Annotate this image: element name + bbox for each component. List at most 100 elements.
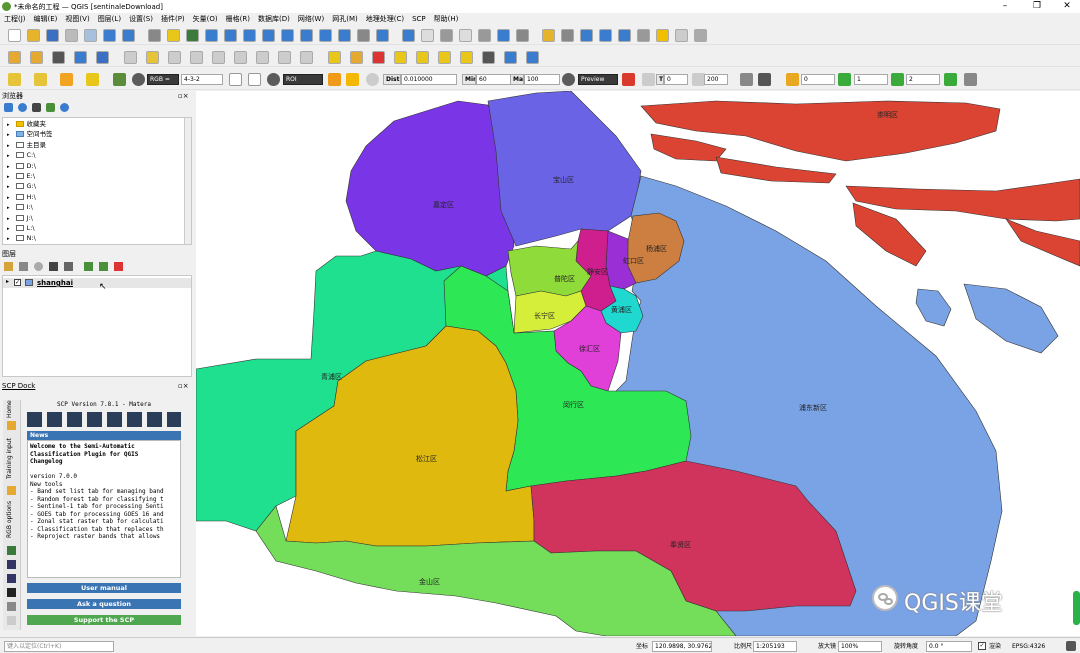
digitize-tool-icon[interactable] (526, 51, 539, 64)
digitize-tool-icon[interactable] (52, 51, 65, 64)
district-chongming-island[interactable] (650, 133, 727, 162)
magnifier-value[interactable]: 100% (838, 641, 882, 652)
digitize-tool-icon[interactable] (8, 51, 21, 64)
project-tool-icon[interactable] (580, 29, 593, 42)
browser-item[interactable]: ▸ G:\ (7, 181, 36, 191)
project-tool-icon[interactable] (262, 29, 275, 42)
browser-item[interactable]: ▸ H:\ (7, 192, 36, 202)
zoom-rgb-icon[interactable] (132, 73, 145, 86)
tab-training-input[interactable]: Training input (6, 434, 18, 482)
project-tool-icon[interactable] (357, 29, 370, 42)
side-scroll-handle[interactable] (1073, 591, 1080, 625)
visibility-icon[interactable] (34, 262, 43, 271)
settings-button[interactable] (167, 412, 181, 427)
next-c-icon[interactable] (944, 73, 957, 86)
dist-input[interactable]: 0.010000 (401, 74, 457, 85)
training-icon[interactable] (7, 486, 16, 495)
digitize-tool-icon[interactable] (212, 51, 225, 64)
project-tool-icon[interactable] (167, 29, 180, 42)
add-group-icon[interactable] (19, 262, 28, 271)
add-selected-icon[interactable] (4, 103, 13, 112)
scp-input-icon[interactable] (113, 73, 126, 86)
browser-item[interactable]: ▸ I:\ (7, 202, 33, 212)
expand-arrow-icon[interactable]: ▸ (7, 184, 10, 190)
browser-scrollbar[interactable] (184, 118, 191, 244)
project-tool-icon[interactable] (421, 29, 434, 42)
district-chongming-island4[interactable] (852, 202, 927, 267)
digitize-tool-icon[interactable] (30, 51, 43, 64)
project-tool-icon[interactable] (599, 29, 612, 42)
digitize-tool-icon[interactable] (416, 51, 429, 64)
expand-arrow-icon[interactable]: ▸ (7, 143, 10, 149)
project-tool-icon[interactable] (281, 29, 294, 42)
project-tool-icon[interactable] (497, 29, 510, 42)
project-tool-icon[interactable] (300, 29, 313, 42)
digitize-tool-icon[interactable] (460, 51, 473, 64)
browser-item[interactable]: ▸ E:\ (7, 171, 35, 181)
expand-arrow-icon[interactable]: ▸ (7, 153, 10, 159)
project-tool-icon[interactable] (694, 29, 707, 42)
rotation-value[interactable]: 0.0 ° (926, 641, 972, 652)
project-tool-icon[interactable] (122, 29, 135, 42)
digitize-tool-icon[interactable] (96, 51, 109, 64)
map-canvas[interactable]: 崇明区 宝山区 嘉定区 杨浦区 虹口区 普陀区 静安区 长宁区 黄浦区 徐汇区 … (196, 91, 1080, 636)
collapse-icon[interactable] (46, 103, 55, 112)
project-tool-icon[interactable] (205, 29, 218, 42)
digitize-tool-icon[interactable] (278, 51, 291, 64)
roi-tool-icon[interactable] (328, 73, 341, 86)
redo-roi-icon[interactable] (366, 73, 379, 86)
rgb-combo[interactable]: 4-3-2 (181, 74, 223, 85)
project-tool-icon[interactable] (84, 29, 97, 42)
district-chongming-island2[interactable] (715, 156, 837, 184)
expression-icon[interactable] (64, 262, 73, 271)
layer-row[interactable]: ▸ ✓ shanghai (3, 278, 191, 288)
island-b[interactable] (963, 283, 1059, 354)
preprocess-icon[interactable] (7, 588, 16, 597)
save-button[interactable] (147, 412, 162, 427)
expand-arrow-icon[interactable]: ▸ (7, 174, 10, 180)
next-b-icon[interactable] (891, 73, 904, 86)
menu-item[interactable]: 设置(S) (125, 13, 157, 25)
project-tool-icon[interactable] (618, 29, 631, 42)
user-manual-button[interactable]: User manual (27, 583, 181, 593)
import-button[interactable] (87, 412, 102, 427)
digitize-tool-icon[interactable] (372, 51, 385, 64)
basic-tools-icon[interactable] (7, 574, 16, 583)
project-tool-icon[interactable] (516, 29, 529, 42)
project-tool-icon[interactable] (148, 29, 161, 42)
remove-temp-icon[interactable] (740, 73, 753, 86)
scp-plus-icon[interactable] (758, 73, 771, 86)
project-tool-icon[interactable] (243, 29, 256, 42)
district-baoshan[interactable] (487, 91, 642, 247)
expand-arrow-icon[interactable]: ▸ (7, 226, 10, 232)
render-checkbox[interactable]: ✓ (978, 642, 986, 650)
digitize-tool-icon[interactable] (146, 51, 159, 64)
project-tool-icon[interactable] (65, 29, 78, 42)
expand-icon[interactable] (84, 262, 93, 271)
digitize-tool-icon[interactable] (168, 51, 181, 64)
expand-arrow-icon[interactable]: ▸ (7, 205, 10, 211)
panel-float-icon[interactable]: ▫× (178, 92, 189, 100)
project-tool-icon[interactable] (637, 29, 650, 42)
max-input[interactable]: 100 (524, 74, 560, 85)
project-tool-icon[interactable] (319, 29, 332, 42)
digitize-tool-icon[interactable] (124, 51, 137, 64)
band-set-button[interactable] (27, 412, 42, 427)
menu-item[interactable]: 插件(P) (157, 13, 189, 25)
add-roi-icon[interactable] (346, 73, 359, 86)
scale-value[interactable]: 1:205193 (753, 641, 797, 652)
tab-home[interactable]: Home (6, 400, 18, 418)
menu-item[interactable]: 编辑(E) (30, 13, 62, 25)
browser-item[interactable]: ▸ N:\ (7, 233, 36, 243)
coord-value[interactable]: 120.9898, 30.9762 (652, 641, 712, 652)
project-tool-icon[interactable] (224, 29, 237, 42)
browser-item[interactable]: ▸ 收藏夹 (7, 119, 46, 129)
menu-item[interactable]: 图层(L) (94, 13, 125, 25)
digitize-tool-icon[interactable] (438, 51, 451, 64)
zoom-preview-icon[interactable] (562, 73, 575, 86)
roi-signature-button[interactable] (47, 412, 62, 427)
stretch-icon[interactable] (229, 73, 242, 86)
digitize-tool-icon[interactable] (256, 51, 269, 64)
browser-item[interactable]: ▸ D:\ (7, 161, 36, 171)
min-input[interactable]: 60 (476, 74, 512, 85)
